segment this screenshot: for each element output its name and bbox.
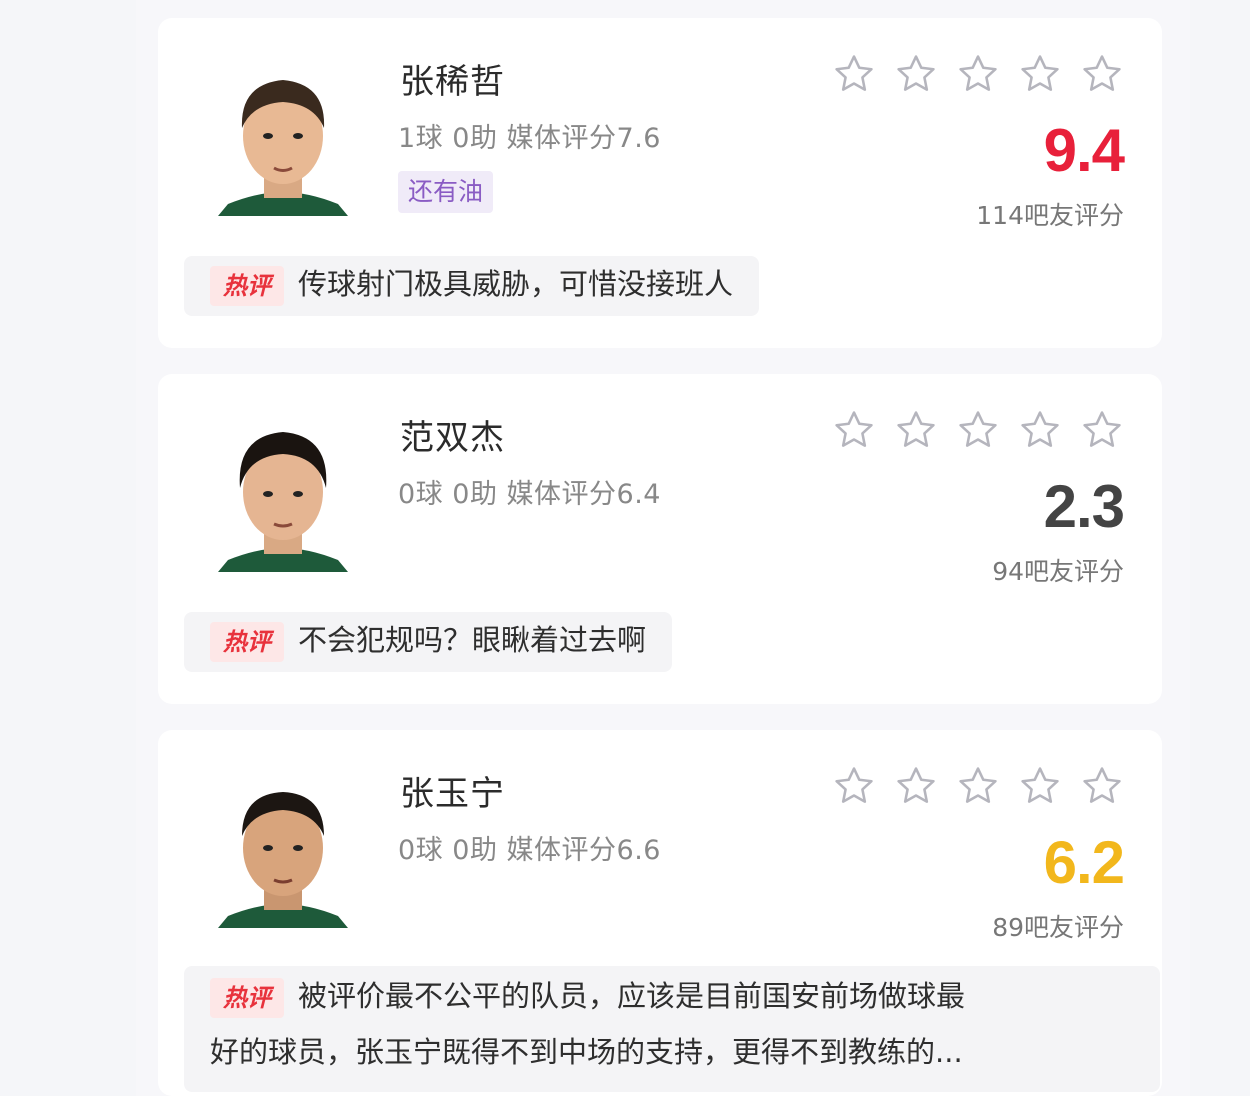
hot-comment[interactable]: 热评 不会犯规吗？眼瞅着过去啊 [184, 612, 673, 672]
rater-count: 89吧友评分 [992, 913, 1124, 942]
rating-stars[interactable] [832, 408, 1124, 452]
rating-stars[interactable] [832, 52, 1124, 96]
player-avatar [218, 432, 348, 572]
player-tag: 还有油 [398, 171, 494, 213]
player-stats: 1球 0助 媒体评分7.6 [398, 123, 661, 154]
star-icon[interactable] [1018, 52, 1062, 96]
player-name: 张稀哲 [400, 62, 505, 102]
player-card[interactable]: 张稀哲 1球 0助 媒体评分7.6 还有油 9.4 114吧友评分 热评 传球射门… [158, 18, 1162, 348]
star-icon[interactable] [832, 52, 876, 96]
star-icon[interactable] [1080, 408, 1124, 452]
hot-comment[interactable]: 热评 传球射门极具威胁，可惜没接班人 [184, 256, 760, 316]
hot-comment-badge: 热评 [210, 266, 284, 306]
star-icon[interactable] [894, 408, 938, 452]
player-avatar [218, 80, 348, 216]
player-card[interactable]: 范双杰 0球 0助 媒体评分6.4 2.3 94吧友评分 热评 不会犯规吗？眼瞅着… [158, 374, 1162, 704]
star-icon[interactable] [832, 764, 876, 808]
rating-stars[interactable] [832, 764, 1124, 808]
player-stats: 0球 0助 媒体评分6.6 [398, 835, 661, 866]
hot-comment-text: 不会犯规吗？眼瞅着过去啊 [298, 623, 647, 657]
star-icon[interactable] [894, 764, 938, 808]
star-icon[interactable] [1080, 52, 1124, 96]
star-icon[interactable] [956, 764, 1000, 808]
hot-comment-text: 被评价最不公平的队员，应该是目前国安前场做球最 [298, 979, 966, 1013]
player-stats: 0球 0助 媒体评分6.4 [398, 479, 661, 510]
hot-comment-text: 传球射门极具威胁，可惜没接班人 [298, 267, 734, 301]
star-icon[interactable] [956, 52, 1000, 96]
fan-score: 2.3 [1043, 473, 1125, 540]
hot-comment[interactable]: 热评 被评价最不公平的队员，应该是目前国安前场做球最 好的球员，张玉宁既得不到中场… [184, 966, 1160, 1092]
hot-comment-badge: 热评 [210, 622, 284, 662]
rater-count: 114吧友评分 [976, 201, 1124, 230]
hot-comment-text-continued: 好的球员，张玉宁既得不到中场的支持，更得不到教练的... [210, 1035, 963, 1069]
fan-score: 6.2 [1043, 829, 1125, 896]
player-name: 范双杰 [400, 418, 505, 458]
star-icon[interactable] [894, 52, 938, 96]
player-avatar [218, 792, 348, 928]
player-rating-list: 张稀哲 1球 0助 媒体评分7.6 还有油 9.4 114吧友评分 热评 传球射门… [136, 0, 1190, 1096]
hot-comment-badge: 热评 [210, 978, 284, 1018]
star-icon[interactable] [956, 408, 1000, 452]
star-icon[interactable] [1018, 408, 1062, 452]
fan-score: 9.4 [1043, 117, 1125, 184]
star-icon[interactable] [1080, 764, 1124, 808]
player-card[interactable]: 张玉宁 0球 0助 媒体评分6.6 6.2 89吧友评分 热评 被评价最不公平的队… [158, 730, 1162, 1096]
rater-count: 94吧友评分 [992, 557, 1124, 586]
star-icon[interactable] [1018, 764, 1062, 808]
player-name: 张玉宁 [400, 774, 505, 814]
star-icon[interactable] [832, 408, 876, 452]
